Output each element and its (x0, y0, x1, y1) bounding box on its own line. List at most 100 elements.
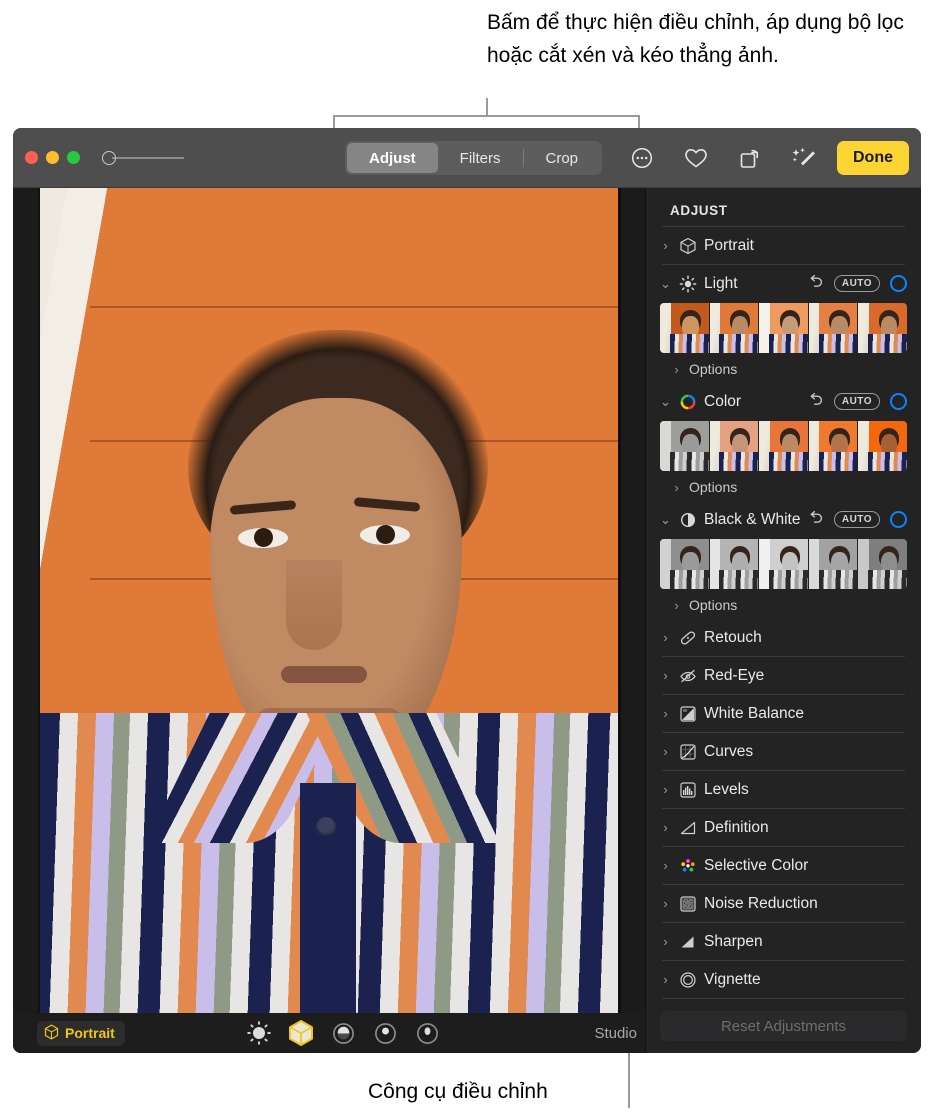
color-options-row[interactable]: › Options (660, 473, 907, 501)
sidebar-item-retouch[interactable]: › Retouch (660, 619, 907, 656)
noise-reduction-icon (678, 894, 697, 913)
done-button[interactable]: Done (837, 141, 909, 175)
sidebar-item-label: Levels (704, 781, 907, 799)
auto-enhance-wand-icon[interactable] (791, 145, 817, 171)
chevron-down-icon[interactable]: ⌄ (660, 512, 671, 528)
stage-light-mono-mode-icon[interactable] (413, 1019, 441, 1047)
maximize-window-button[interactable] (67, 151, 80, 164)
chevron-right-icon[interactable]: › (660, 858, 671, 873)
edited-photo[interactable] (38, 188, 621, 1013)
reset-arrow-icon[interactable] (808, 510, 824, 530)
more-options-icon[interactable] (629, 145, 655, 171)
reset-adjustments-button[interactable]: Reset Adjustments (660, 1011, 907, 1041)
thumbnail[interactable] (858, 539, 907, 589)
thumbnail[interactable] (759, 421, 809, 471)
thumbnail[interactable] (660, 421, 710, 471)
color-wheel-icon (678, 392, 697, 411)
thumbnail[interactable] (710, 421, 760, 471)
sidebar-item-curves[interactable]: › Curves (660, 733, 907, 770)
light-options-row[interactable]: › Options (660, 355, 907, 383)
sidebar-item-selective-color[interactable]: › Selective Color (660, 847, 907, 884)
reset-arrow-icon[interactable] (808, 392, 824, 412)
editor-body: Portrait (13, 188, 921, 1053)
contour-light-mode-icon[interactable] (329, 1019, 357, 1047)
sidebar-item-portrait[interactable]: › Portrait (660, 227, 907, 264)
chevron-right-icon[interactable]: › (671, 480, 682, 495)
reset-arrow-icon[interactable] (808, 274, 824, 294)
thumbnail[interactable] (858, 421, 907, 471)
sidebar-item-definition[interactable]: › Definition (660, 809, 907, 846)
chevron-right-icon[interactable]: › (660, 896, 671, 911)
black-and-white-thumbnail-strip[interactable] (660, 539, 907, 589)
sidebar-item-label: Noise Reduction (704, 895, 907, 913)
zoom-slider[interactable] (102, 151, 185, 165)
auto-button[interactable]: AUTO (834, 393, 880, 410)
light-thumbnail-strip[interactable] (660, 303, 907, 353)
studio-light-mode-icon[interactable] (287, 1019, 315, 1047)
sidebar-item-red-eye[interactable]: › Red-Eye (660, 657, 907, 694)
subject-pupil (254, 528, 273, 547)
chevron-right-icon[interactable]: › (660, 238, 671, 253)
color-thumbnail-strip[interactable] (660, 421, 907, 471)
chevron-right-icon[interactable]: › (660, 934, 671, 949)
sidebar-item-light[interactable]: ⌄ Light AUTO (660, 265, 907, 302)
chevron-right-icon[interactable]: › (660, 706, 671, 721)
sidebar-item-black-and-white[interactable]: ⌄ Black & White AUTO (660, 501, 907, 538)
options-label: Options (689, 361, 737, 377)
sidebar-item-color[interactable]: ⌄ Color AUTO (660, 383, 907, 420)
thumbnail[interactable] (660, 539, 710, 589)
editor-toolbar: Adjust Filters Crop (13, 128, 921, 188)
thumbnail[interactable] (710, 539, 760, 589)
sidebar-item-white-balance[interactable]: › W White Balance (660, 695, 907, 732)
bandage-icon (678, 628, 697, 647)
zoom-slider-knob[interactable] (102, 151, 116, 165)
chevron-right-icon[interactable]: › (660, 972, 671, 987)
enable-toggle[interactable] (890, 275, 907, 292)
thumbnail[interactable] (809, 421, 859, 471)
tab-crop[interactable]: Crop (524, 143, 601, 173)
sidebar-item-sharpen[interactable]: › Sharpen (660, 923, 907, 960)
editor-mode-segmented-control[interactable]: Adjust Filters Crop (345, 141, 602, 175)
half-circle-icon (678, 510, 697, 529)
chevron-right-icon[interactable]: › (660, 668, 671, 683)
thumbnail[interactable] (710, 303, 760, 353)
chevron-down-icon[interactable]: ⌄ (660, 394, 671, 410)
enable-toggle[interactable] (890, 393, 907, 410)
chevron-right-icon[interactable]: › (660, 820, 671, 835)
thumbnail[interactable] (759, 303, 809, 353)
thumbnail[interactable] (660, 303, 710, 353)
definition-icon (678, 818, 697, 837)
tab-adjust[interactable]: Adjust (347, 143, 438, 173)
chevron-right-icon[interactable]: › (660, 782, 671, 797)
thumbnail[interactable] (858, 303, 907, 353)
options-label: Options (689, 479, 737, 495)
minimize-window-button[interactable] (46, 151, 59, 164)
close-window-button[interactable] (25, 151, 38, 164)
chevron-right-icon[interactable]: › (660, 630, 671, 645)
enable-toggle[interactable] (890, 511, 907, 528)
thumbnail[interactable] (759, 539, 809, 589)
leader-line-top-stem (486, 98, 488, 116)
natural-light-mode-icon[interactable] (245, 1019, 273, 1047)
chevron-right-icon[interactable]: › (671, 362, 682, 377)
sidebar-item-levels[interactable]: › Levels (660, 771, 907, 808)
tab-filters[interactable]: Filters (438, 143, 523, 173)
sidebar-item-noise-reduction[interactable]: › Noise Reduction (660, 885, 907, 922)
sidebar-item-vignette[interactable]: › Vignette (660, 961, 907, 998)
rotate-icon[interactable] (737, 145, 763, 171)
portrait-badge[interactable]: Portrait (37, 1021, 125, 1046)
auto-button[interactable]: AUTO (834, 275, 880, 292)
sidebar-item-label: Curves (704, 743, 907, 761)
thumbnail[interactable] (809, 539, 859, 589)
chevron-down-icon[interactable]: ⌄ (660, 276, 671, 292)
chevron-right-icon[interactable]: › (660, 744, 671, 759)
favorite-heart-icon[interactable] (683, 145, 709, 171)
stage-light-mode-icon[interactable] (371, 1019, 399, 1047)
selective-color-icon (678, 856, 697, 875)
portrait-lighting-modes[interactable] (245, 1019, 441, 1047)
auto-button[interactable]: AUTO (834, 511, 880, 528)
black-and-white-options-row[interactable]: › Options (660, 591, 907, 619)
shirt-button (316, 817, 336, 837)
thumbnail[interactable] (809, 303, 859, 353)
chevron-right-icon[interactable]: › (671, 598, 682, 613)
